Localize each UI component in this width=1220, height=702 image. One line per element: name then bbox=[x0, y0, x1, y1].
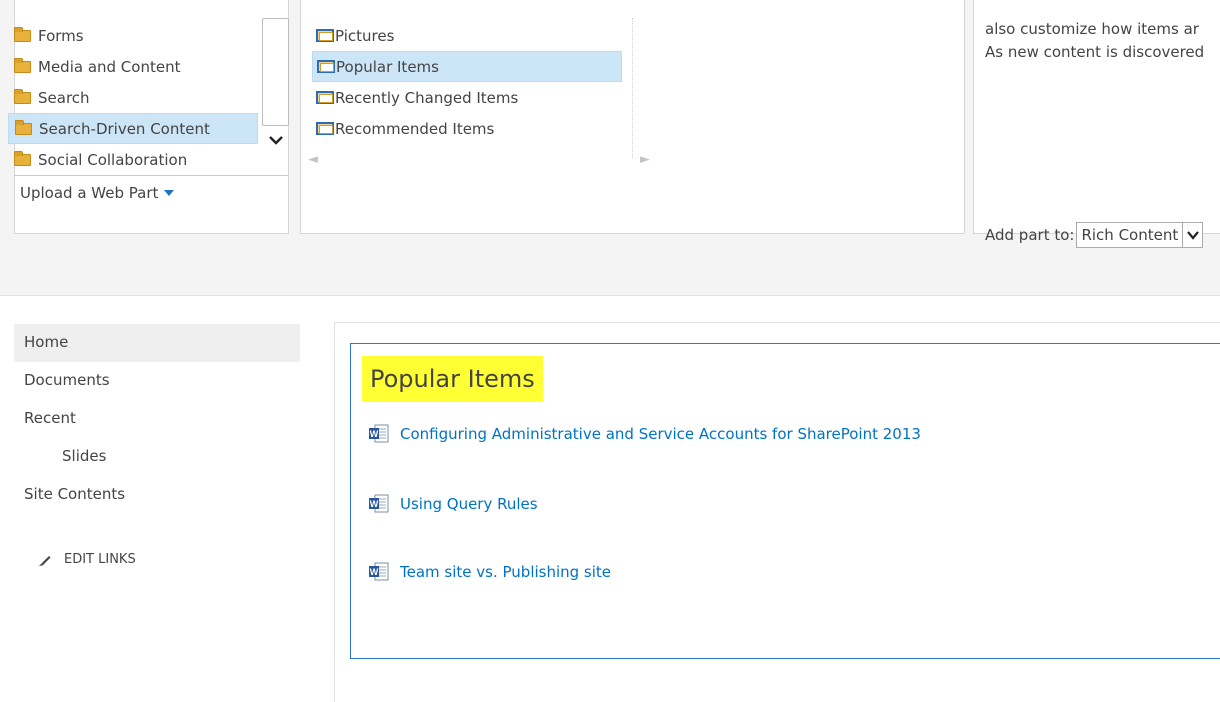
result-link[interactable]: Using Query Rules bbox=[400, 495, 538, 513]
pencil-icon bbox=[39, 555, 51, 566]
add-part-to-label: Add part to: bbox=[985, 226, 1075, 244]
arrow-right-icon[interactable]: ► bbox=[640, 152, 650, 167]
chevron-down-icon[interactable] bbox=[266, 130, 286, 150]
svg-text:W: W bbox=[370, 499, 379, 509]
arrow-left-icon[interactable]: ◄ bbox=[308, 152, 318, 167]
category-item-social-collaboration[interactable]: Social Collaboration bbox=[8, 144, 260, 175]
nav-item-slides[interactable]: Slides bbox=[14, 438, 300, 476]
upload-label: Upload a Web Part bbox=[20, 184, 159, 202]
webpart-icon bbox=[317, 60, 335, 73]
part-item-pictures[interactable]: Pictures bbox=[312, 20, 622, 51]
webpart-icon bbox=[316, 91, 334, 104]
word-document-icon: W bbox=[369, 424, 389, 443]
webpart-title: Popular Items bbox=[362, 356, 543, 402]
part-item-recently-changed-items[interactable]: Recently Changed Items bbox=[312, 82, 622, 113]
category-label: Social Collaboration bbox=[38, 150, 188, 169]
category-item-media-and-content[interactable]: Media and Content bbox=[8, 51, 260, 82]
category-label: Search-Driven Content bbox=[39, 119, 210, 138]
part-label: Popular Items bbox=[336, 57, 439, 76]
description-line: also customize how items ar bbox=[985, 20, 1199, 38]
svg-text:W: W bbox=[370, 567, 379, 577]
svg-text:W: W bbox=[370, 429, 379, 439]
folder-icon bbox=[14, 26, 31, 42]
quick-launch: Home Documents Recent Slides Site Conten… bbox=[14, 324, 300, 514]
part-label: Recommended Items bbox=[335, 119, 495, 138]
folder-icon bbox=[15, 119, 32, 135]
parts-divider bbox=[632, 18, 633, 158]
category-scrollbar[interactable] bbox=[262, 18, 289, 126]
folder-icon bbox=[14, 150, 31, 166]
upload-webpart-link[interactable]: Upload a Web Part bbox=[20, 184, 175, 202]
description-line: As new content is discovered bbox=[985, 43, 1205, 61]
webpart-icon bbox=[316, 29, 334, 42]
nav-item-recent[interactable]: Recent bbox=[14, 400, 300, 438]
part-item-recommended-items[interactable]: Recommended Items bbox=[312, 113, 622, 144]
zone-select-value: Rich Content bbox=[1081, 226, 1179, 244]
result-link[interactable]: Team site vs. Publishing site bbox=[400, 563, 611, 581]
parts-list: Pictures Popular Items Recently Changed … bbox=[312, 20, 622, 144]
zone-select[interactable]: Rich Content bbox=[1076, 222, 1204, 248]
edit-links-button[interactable]: EDIT LINKS bbox=[38, 552, 136, 567]
part-description: also customize how items ar As new conte… bbox=[985, 18, 1220, 64]
category-item-forms[interactable]: Forms bbox=[8, 20, 260, 51]
category-label: Forms bbox=[38, 26, 84, 45]
result-item[interactable]: W Using Query Rules bbox=[368, 494, 538, 514]
part-label: Pictures bbox=[335, 26, 395, 45]
part-label: Recently Changed Items bbox=[335, 88, 519, 107]
chevron-down-icon bbox=[1182, 223, 1202, 247]
divider bbox=[14, 175, 289, 176]
result-link[interactable]: Configuring Administrative and Service A… bbox=[400, 425, 921, 443]
category-list: Forms Media and Content Search Search-Dr… bbox=[8, 20, 260, 175]
part-item-popular-items[interactable]: Popular Items bbox=[312, 51, 622, 82]
word-document-icon: W bbox=[369, 494, 389, 513]
dropdown-arrow-icon bbox=[164, 190, 175, 196]
edit-links-label: EDIT LINKS bbox=[64, 552, 136, 567]
webpart-icon bbox=[316, 122, 334, 135]
result-item[interactable]: W Configuring Administrative and Service… bbox=[368, 424, 921, 444]
nav-item-site-contents[interactable]: Site Contents bbox=[14, 476, 300, 514]
category-label: Media and Content bbox=[38, 57, 181, 76]
category-item-search[interactable]: Search bbox=[8, 82, 260, 113]
folder-icon bbox=[14, 57, 31, 73]
category-item-search-driven-content[interactable]: Search-Driven Content bbox=[8, 113, 258, 144]
nav-item-home[interactable]: Home bbox=[14, 324, 300, 362]
word-document-icon: W bbox=[369, 562, 389, 581]
category-label: Search bbox=[38, 88, 90, 107]
nav-item-documents[interactable]: Documents bbox=[14, 362, 300, 400]
folder-icon bbox=[14, 88, 31, 104]
add-part-to: Add part to: Rich Content bbox=[985, 222, 1204, 248]
result-item[interactable]: W Team site vs. Publishing site bbox=[368, 562, 611, 582]
